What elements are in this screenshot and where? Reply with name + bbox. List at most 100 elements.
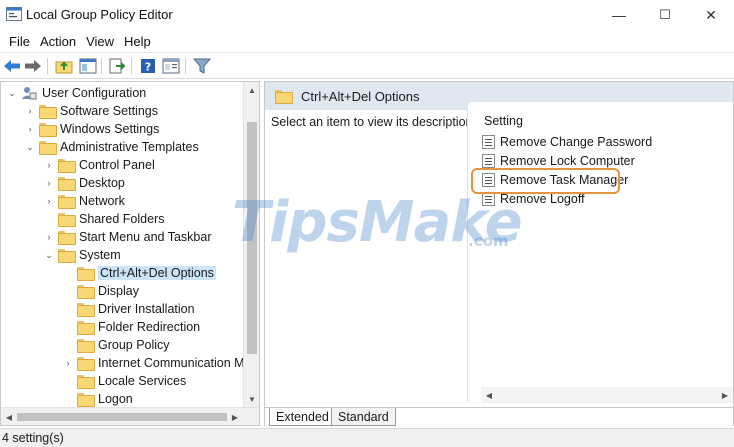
expand-chevron-icon[interactable]: ›	[25, 106, 35, 116]
user-configuration-icon	[22, 87, 37, 100]
tree-item-label: Locale Services	[98, 374, 187, 388]
tree-item-start-menu-and-taskbar[interactable]: › Start Menu and Taskbar	[44, 228, 211, 246]
toolbar-separator	[101, 58, 102, 74]
tree-item-folder-redirection[interactable]: Folder Redirection	[63, 318, 200, 336]
folder-icon	[77, 393, 95, 407]
folder-icon	[58, 159, 76, 173]
folder-icon	[275, 90, 293, 104]
folder-icon	[77, 339, 95, 353]
menu-file[interactable]: File	[4, 34, 35, 49]
forward-button[interactable]	[24, 57, 42, 75]
minimize-button[interactable]: —	[596, 0, 642, 30]
tree-item-control-panel[interactable]: › Control Panel	[44, 156, 155, 174]
tree-item-label: Driver Installation	[98, 302, 195, 316]
menu-view[interactable]: View	[81, 34, 119, 49]
tree-pane[interactable]: ⌄ User Configuration › Software Settings…	[0, 81, 260, 426]
tree-item-label: Logon	[98, 392, 133, 406]
details-header-title: Ctrl+Alt+Del Options	[301, 88, 420, 104]
tree-item-group-policy[interactable]: Group Policy	[63, 336, 170, 354]
tree-item-ctrl-alt-del-options[interactable]: Ctrl+Alt+Del Options	[63, 264, 216, 282]
tree-item-label: Control Panel	[79, 158, 155, 172]
tree-item-label: Internet Communication Ma	[98, 356, 252, 370]
description-text: Select an item to view its description.	[271, 115, 476, 129]
up-one-level-button[interactable]	[55, 57, 73, 75]
expand-chevron-icon[interactable]: ›	[44, 178, 54, 188]
expand-chevron-icon[interactable]: ›	[44, 160, 54, 170]
menu-action[interactable]: Action	[35, 34, 81, 49]
tree-item-display[interactable]: Display	[63, 282, 139, 300]
help-icon: ?	[141, 59, 155, 74]
collapse-chevron-icon[interactable]: ⌄	[44, 250, 54, 261]
setting-label: Remove Lock Computer	[500, 154, 635, 168]
show-hide-tree-icon	[79, 58, 97, 74]
highlight-annotation	[471, 168, 620, 194]
collapse-chevron-icon[interactable]: ⌄	[7, 88, 17, 99]
expand-chevron-icon[interactable]: ›	[44, 196, 54, 206]
settings-horizontal-scrollbar[interactable]: ◀ ▶	[481, 387, 733, 403]
export-list-icon	[109, 58, 126, 74]
tree-item-windows-settings[interactable]: › Windows Settings	[25, 120, 159, 138]
back-button[interactable]	[3, 57, 21, 75]
column-header-setting[interactable]: Setting	[484, 114, 523, 128]
collapse-chevron-icon[interactable]: ⌄	[25, 142, 35, 153]
tree-item-label: Folder Redirection	[98, 320, 201, 334]
tree-item-network[interactable]: › Network	[44, 192, 125, 210]
details-pane: Ctrl+Alt+Del Options Select an item to v…	[264, 81, 734, 426]
scroll-left-arrow-icon[interactable]: ◀	[1, 408, 17, 425]
tree-item-user-configuration[interactable]: ⌄ User Configuration	[7, 84, 146, 102]
expand-chevron-icon[interactable]: ›	[25, 124, 35, 134]
tree-horizontal-scrollbar[interactable]: ◀ ▶	[1, 407, 259, 425]
help-button[interactable]: ?	[139, 57, 157, 75]
setting-row-remove-change-password[interactable]: Remove Change Password	[482, 133, 652, 151]
tree-item-internet-communication-management[interactable]: › Internet Communication Ma	[63, 354, 252, 372]
maximize-button[interactable]: ☐	[642, 0, 688, 30]
tab-standard[interactable]: Standard	[331, 408, 396, 426]
menu-bar: File Action View Help	[0, 30, 734, 52]
setting-label: Remove Change Password	[500, 135, 653, 149]
tree-item-administrative-templates[interactable]: ⌄ Administrative Templates	[25, 138, 199, 156]
folder-icon	[77, 357, 95, 371]
scroll-right-arrow-icon[interactable]: ▶	[717, 387, 733, 403]
close-button[interactable]: ✕	[688, 0, 734, 30]
scroll-down-arrow-icon[interactable]: ▼	[244, 391, 259, 407]
settings-list[interactable]: Setting Remove Change Password Remove Lo…	[467, 102, 733, 402]
scroll-left-arrow-icon[interactable]: ◀	[481, 387, 497, 403]
minimize-icon: —	[612, 7, 626, 23]
tree-item-label: System	[79, 248, 121, 262]
tree-item-label: Group Policy	[98, 338, 170, 352]
tree-item-label: Software Settings	[60, 104, 158, 118]
expand-chevron-icon[interactable]: ›	[63, 358, 73, 368]
view-tabs: Extended Standard	[265, 407, 733, 426]
tree-item-locale-services[interactable]: Locale Services	[63, 372, 186, 390]
title-bar: Local Group Policy Editor — ☐ ✕	[0, 0, 734, 30]
tree-item-software-settings[interactable]: › Software Settings	[25, 102, 158, 120]
tree-item-label: Administrative Templates	[60, 140, 199, 154]
folder-icon	[77, 285, 95, 299]
folder-icon	[58, 249, 76, 263]
back-arrow-icon	[4, 60, 20, 72]
folder-icon	[58, 231, 76, 245]
export-list-button[interactable]	[108, 57, 126, 75]
policy-setting-icon	[482, 192, 495, 206]
scroll-right-arrow-icon[interactable]: ▶	[227, 408, 243, 425]
properties-button[interactable]	[162, 57, 180, 75]
forward-arrow-icon	[25, 60, 41, 72]
expand-chevron-icon[interactable]: ›	[44, 232, 54, 242]
close-icon: ✕	[705, 6, 717, 23]
show-hide-tree-button[interactable]	[79, 57, 97, 75]
tree-item-label: Ctrl+Alt+Del Options	[98, 266, 216, 280]
filter-button[interactable]	[193, 57, 211, 75]
tree-item-logon[interactable]: Logon	[63, 390, 133, 408]
tree-vertical-scrollbar[interactable]: ▲ ▼	[243, 82, 259, 407]
menu-help[interactable]: Help	[119, 34, 156, 49]
window-title: Local Group Policy Editor	[26, 7, 173, 22]
tree-item-desktop[interactable]: › Desktop	[44, 174, 125, 192]
scroll-up-arrow-icon[interactable]: ▲	[244, 82, 259, 98]
tree-item-shared-folders[interactable]: Shared Folders	[44, 210, 164, 228]
scrollbar-thumb[interactable]	[17, 413, 227, 421]
tree-item-system[interactable]: ⌄ System	[44, 246, 121, 264]
tab-extended[interactable]: Extended	[269, 408, 336, 426]
tree-item-driver-installation[interactable]: Driver Installation	[63, 300, 195, 318]
scrollbar-thumb[interactable]	[247, 122, 257, 354]
tree-item-label: Start Menu and Taskbar	[79, 230, 212, 244]
